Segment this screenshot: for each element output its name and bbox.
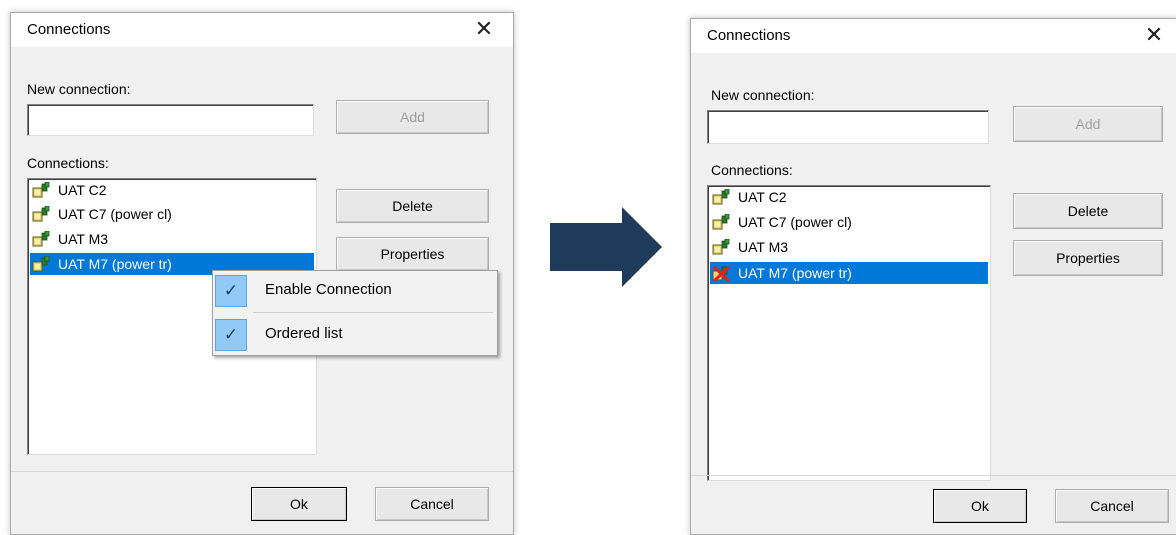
- delete-button[interactable]: Delete: [1013, 193, 1163, 229]
- ok-button[interactable]: Ok: [251, 487, 347, 521]
- new-connection-label: New connection:: [27, 81, 131, 97]
- add-button[interactable]: Add: [336, 100, 489, 134]
- disabled-connection-icon: [712, 265, 732, 283]
- list-item[interactable]: UAT C7 (power cl): [30, 203, 314, 225]
- list-item-label: UAT M7 (power tr): [58, 256, 172, 272]
- ok-button[interactable]: Ok: [933, 489, 1027, 523]
- properties-button[interactable]: Properties: [336, 237, 489, 271]
- dialog-title: Connections: [707, 27, 791, 44]
- title-bar: Connections ✕: [691, 19, 1176, 53]
- footer-separator: [11, 471, 513, 472]
- list-item-label: UAT M7 (power tr): [738, 265, 852, 281]
- connection-icon: [32, 181, 52, 199]
- list-item[interactable]: UAT M3: [710, 236, 988, 258]
- list-item[interactable]: UAT C2: [30, 179, 314, 201]
- new-connection-input[interactable]: [707, 110, 989, 144]
- properties-button[interactable]: Properties: [1013, 240, 1163, 276]
- connections-list[interactable]: UAT C2 UAT C7 (power cl) UAT M3 UAT M7 (…: [707, 185, 991, 481]
- cancel-button[interactable]: Cancel: [375, 487, 489, 521]
- connection-icon: [712, 213, 732, 231]
- menu-item-label: Ordered list: [265, 325, 343, 342]
- close-icon[interactable]: ✕: [1141, 22, 1167, 48]
- add-button[interactable]: Add: [1013, 106, 1163, 142]
- new-connection-label: New connection:: [711, 87, 815, 103]
- check-icon: ✓: [215, 319, 247, 351]
- connection-icon: [32, 230, 52, 248]
- menu-item-label: Enable Connection: [265, 281, 392, 298]
- list-item[interactable]: UAT C2: [710, 186, 988, 208]
- right-arrow-icon: [550, 207, 662, 287]
- connection-icon: [32, 255, 52, 273]
- list-item-label: UAT C7 (power cl): [738, 214, 852, 230]
- list-item[interactable]: UAT M3: [30, 228, 314, 250]
- menu-item-ordered-list[interactable]: ✓ Ordered list: [215, 317, 494, 353]
- list-item-label: UAT C7 (power cl): [58, 206, 172, 222]
- list-item-label: UAT M3: [738, 239, 789, 255]
- footer-separator: [691, 475, 1176, 476]
- connection-icon: [32, 205, 52, 223]
- list-item[interactable]: UAT C7 (power cl): [710, 211, 988, 233]
- connection-icon: [712, 238, 732, 256]
- list-item-label: UAT C2: [58, 182, 107, 198]
- connections-dialog-after: Connections ✕ New connection: Add Connec…: [690, 18, 1176, 535]
- connections-label: Connections:: [711, 162, 793, 178]
- title-bar: Connections ✕: [11, 13, 513, 47]
- cancel-button[interactable]: Cancel: [1055, 489, 1169, 523]
- menu-item-enable-connection[interactable]: ✓ Enable Connection: [215, 273, 494, 309]
- list-item-label: UAT M3: [58, 231, 109, 247]
- new-connection-input[interactable]: [27, 104, 314, 136]
- list-item-label: UAT C2: [738, 189, 787, 205]
- delete-button[interactable]: Delete: [336, 189, 489, 223]
- connections-label: Connections:: [27, 155, 109, 171]
- connection-icon: [712, 188, 732, 206]
- close-icon[interactable]: ✕: [471, 16, 497, 42]
- menu-separator: [253, 312, 493, 313]
- context-menu: ✓ Enable Connection ✓ Ordered list: [212, 270, 498, 356]
- dialog-title: Connections: [27, 21, 111, 38]
- check-icon: ✓: [215, 275, 247, 307]
- list-item-selected[interactable]: UAT M7 (power tr): [710, 262, 988, 284]
